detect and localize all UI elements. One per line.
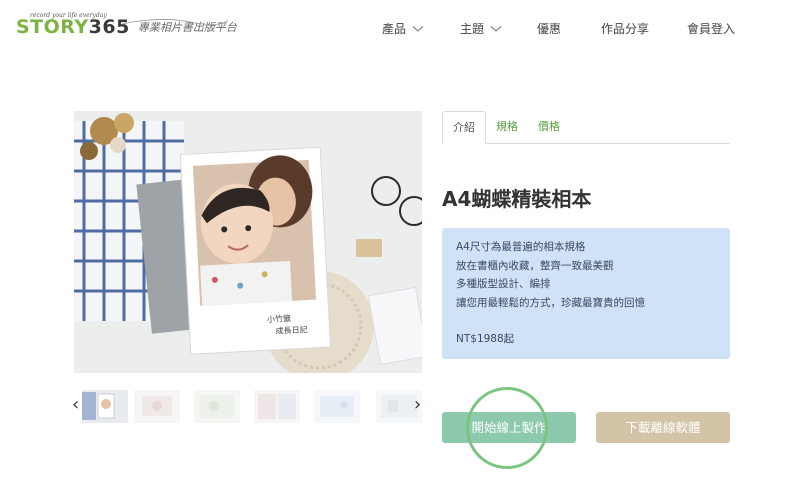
chevron-down-icon (412, 25, 424, 32)
chevron-right-icon[interactable]: › (414, 396, 421, 414)
description-line: A4尺寸為最普遍的相本規格 (456, 241, 586, 253)
chevron-down-icon (490, 25, 502, 32)
product-price: NT$1988起 (456, 333, 515, 345)
tab-price[interactable]: 價格 (528, 111, 570, 144)
description-line: 多種版型設計、編排 (456, 278, 551, 290)
nav-item-label: 主題 (460, 22, 485, 36)
start-online-button[interactable]: 開始線上製作 (442, 412, 576, 443)
product-main-image: 小竹籤 成長日記 (74, 111, 422, 373)
nav-item-label: 產品 (382, 22, 407, 36)
thumbnail-2[interactable] (134, 390, 180, 423)
download-offline-button[interactable]: 下載離線軟體 (596, 412, 730, 443)
product-tabs: 介紹 規格 價格 (442, 111, 730, 144)
description-line: 讓您用最輕鬆的方式，珍藏最寶貴的回憶 (456, 296, 645, 309)
thumbnail-strip: ‹ › (70, 388, 430, 426)
nav-item-login[interactable]: 會員登入 (687, 20, 735, 37)
product-title: A4蝴蝶精裝相本 (442, 187, 592, 211)
nav-item-label: 會員登入 (687, 22, 736, 36)
product-description-box: A4尺寸為最普遍的相本規格 放在書櫃內收藏，整齊一致最美觀 多種版型設計、編排 … (442, 228, 730, 359)
thumbnail-5[interactable] (314, 390, 360, 423)
nav-item-gallery[interactable]: 作品分享 (601, 20, 649, 37)
description-line: 放在書櫃內收藏，整齊一致最美觀 (456, 259, 614, 272)
nav-item-label: 優惠 (537, 22, 562, 36)
main-nav: 產品 主題 優惠 作品分享 會員登入 (0, 20, 800, 36)
site-header: record your life everyday STORY365 專業相片書… (0, 0, 800, 56)
chevron-left-icon[interactable]: ‹ (72, 396, 79, 414)
tab-specs[interactable]: 規格 (486, 111, 528, 144)
thumbnail-3[interactable] (194, 390, 240, 423)
photobook-caption-line2: 成長日記 (275, 324, 307, 336)
thumbnail-4[interactable] (254, 390, 300, 423)
nav-item-products[interactable]: 產品 (382, 20, 424, 37)
photobook-caption-line1: 小竹籤 (267, 313, 291, 324)
thumbnail-1[interactable] (82, 390, 128, 423)
brand-tagline: record your life everyday (30, 12, 107, 19)
nav-item-offers[interactable]: 優惠 (537, 20, 561, 37)
tab-intro[interactable]: 介紹 (442, 111, 486, 144)
photobook-photo: 小竹籤 成長日記 (74, 111, 422, 373)
nav-item-themes[interactable]: 主題 (460, 20, 502, 37)
nav-item-label: 作品分享 (601, 22, 650, 36)
